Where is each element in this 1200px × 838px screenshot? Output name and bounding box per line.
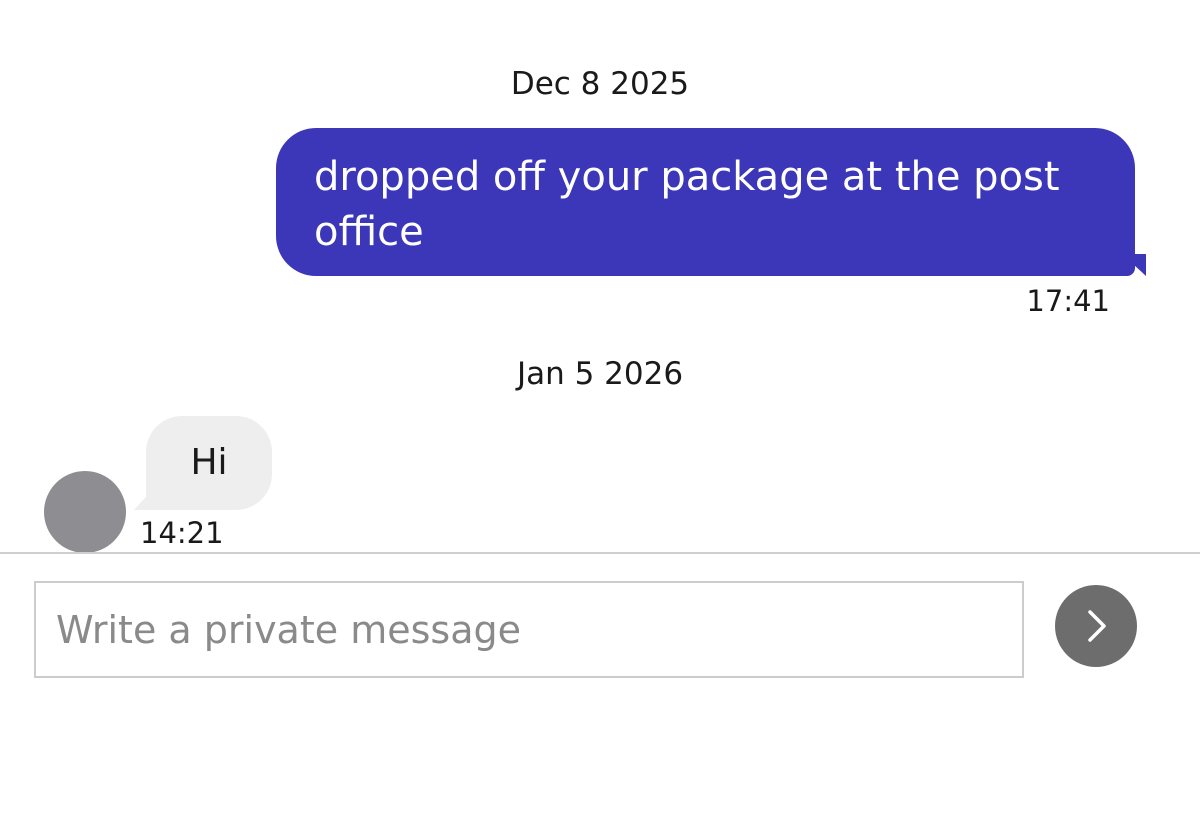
date-separator: Jan 5 2026 [516,356,684,392]
message-timestamp: 17:41 [1026,284,1110,318]
avatar[interactable] [44,471,126,553]
send-button[interactable] [1055,585,1137,667]
chevron-right-icon [1088,610,1106,642]
message-input[interactable] [34,581,1024,678]
message-timestamp: 14:21 [140,516,224,550]
date-separator: Dec 8 2025 [510,66,690,102]
message-text: dropped off your package at the post off… [314,154,1060,255]
message-text: Hi [190,442,228,483]
outgoing-message-bubble[interactable]: dropped off your package at the post off… [276,128,1135,276]
chat-page: Dec 8 2025 dropped off your package at t… [0,0,1200,838]
composer-divider [0,552,1200,554]
incoming-message-bubble[interactable]: Hi [146,416,272,510]
